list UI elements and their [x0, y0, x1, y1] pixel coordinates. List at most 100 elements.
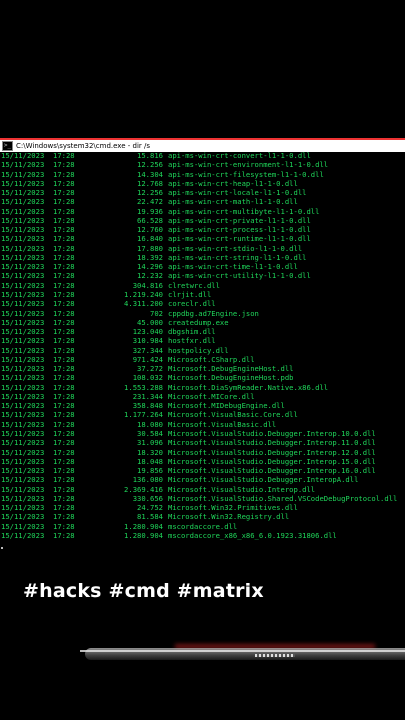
listing-filename: clretwrc.dll [168, 280, 220, 290]
listing-row: 15/11/2023 17:28 108.032 Microsoft.DebugEng… [0, 373, 405, 382]
listing-size: 12.256 [137, 188, 163, 198]
listing-row: 15/11/2023 17:28 12.256 api-ms-win-crt-loca… [0, 188, 405, 197]
listing-filename: Microsoft.VisualStudio.Debugger.InteropA… [168, 475, 359, 485]
listing-size: 4.311.200 [124, 299, 163, 309]
listing-date: 15/11/2023 [1, 197, 45, 207]
listing-size: 14.296 [137, 262, 163, 272]
listing-date: 15/11/2023 [1, 419, 45, 429]
listing-date: 15/11/2023 [1, 317, 45, 327]
listing-time: 17:28 [53, 289, 75, 299]
listing-time: 17:28 [53, 280, 75, 290]
listing-size: 18.048 [137, 456, 163, 466]
window-titlebar[interactable]: >_ C:\Windows\system32\cmd.exe - dir /s [0, 138, 405, 152]
listing-time: 17:28 [53, 215, 75, 225]
listing-filename: Microsoft.CSharp.dll [168, 354, 255, 364]
console-cursor [1, 547, 3, 549]
listing-filename: api-ms-win-crt-heap-l1-1-0.dll [168, 178, 298, 188]
listing-filename: Microsoft.VisualStudio.Shared.VSCodeDebu… [168, 493, 398, 503]
listing-date: 15/11/2023 [1, 364, 45, 374]
listing-size: 19.936 [137, 206, 163, 216]
listing-time: 17:28 [53, 299, 75, 309]
listing-size: 17.880 [137, 243, 163, 253]
listing-row: 15/11/2023 17:28 1.280.904 mscordaccore.dll [0, 522, 405, 531]
listing-filename: api-ms-win-crt-process-l1-1-0.dll [168, 225, 311, 235]
listing-filename: Microsoft.VisualStudio.Debugger.Interop.… [168, 466, 376, 476]
listing-date: 15/11/2023 [1, 160, 45, 170]
console-output[interactable]: 15/11/2023 17:28 15.816 api-ms-win-crt-conv… [0, 151, 405, 546]
listing-date: 15/11/2023 [1, 252, 45, 262]
listing-filename: createdump.exe [168, 317, 229, 327]
listing-time: 17:28 [53, 475, 75, 485]
listing-date: 15/11/2023 [1, 243, 45, 253]
listing-filename: api-ms-win-crt-convert-l1-1-0.dll [168, 151, 311, 160]
listing-date: 15/11/2023 [1, 475, 45, 485]
listing-row: 15/11/2023 17:28 1.553.288 Microsoft.DiaSym… [0, 383, 405, 392]
listing-size: 971.424 [132, 354, 163, 364]
listing-row: 15/11/2023 17:28 1.219.240 clrjit.dll [0, 290, 405, 299]
listing-date: 15/11/2023 [1, 493, 45, 503]
listing-row: 15/11/2023 17:28 123.040 dbgshim.dll [0, 327, 405, 336]
listing-filename: Microsoft.VisualStudio.Debugger.Interop.… [168, 447, 376, 457]
listing-row: 15/11/2023 17:28 327.344 hostpolicy.dll [0, 346, 405, 355]
listing-date: 15/11/2023 [1, 262, 45, 272]
listing-size: 1.280.904 [124, 521, 163, 531]
listing-filename: Microsoft.VisualStudio.Debugger.Interop.… [168, 438, 376, 448]
listing-size: 108.032 [132, 373, 163, 383]
listing-time: 17:28 [53, 354, 75, 364]
listing-size: 304.816 [132, 280, 163, 290]
listing-time: 17:28 [53, 512, 75, 522]
listing-row: 15/11/2023 17:28 12.256 api-ms-win-crt-envi… [0, 160, 405, 169]
listing-filename: Microsoft.Win32.Primitives.dll [168, 503, 298, 513]
listing-row: 15/11/2023 17:28 14.296 api-ms-win-crt-time… [0, 262, 405, 271]
listing-filename: Microsoft.DebugEngineHost.pdb [168, 373, 294, 383]
listing-date: 15/11/2023 [1, 354, 45, 364]
listing-time: 17:28 [53, 327, 75, 337]
listing-size: 310.984 [132, 336, 163, 346]
listing-filename: api-ms-win-crt-locale-l1-1-0.dll [168, 188, 307, 198]
window-title: C:\Windows\system32\cmd.exe - dir /s [16, 142, 151, 150]
listing-filename: dbgshim.dll [168, 327, 216, 337]
listing-time: 17:28 [53, 410, 75, 420]
listing-row: 15/11/2023 17:28 231.344 Microsoft.MICore.d… [0, 392, 405, 401]
listing-size: 37.272 [137, 364, 163, 374]
listing-date: 15/11/2023 [1, 151, 45, 160]
listing-size: 1.219.240 [124, 289, 163, 299]
listing-row: 15/11/2023 17:28 19.936 api-ms-win-crt-mult… [0, 207, 405, 216]
listing-date: 15/11/2023 [1, 289, 45, 299]
listing-time: 17:28 [53, 160, 75, 170]
listing-date: 15/11/2023 [1, 373, 45, 383]
listing-row: 15/11/2023 17:28 81.584 Microsoft.Win32.Reg… [0, 512, 405, 521]
listing-time: 17:28 [53, 243, 75, 253]
listing-row: 15/11/2023 17:28 1.280.904 mscordaccore_x86… [0, 531, 405, 540]
listing-date: 15/11/2023 [1, 382, 45, 392]
listing-time: 17:28 [53, 336, 75, 346]
listing-row: 15/11/2023 17:28 45.000 createdump.exe [0, 318, 405, 327]
listing-size: 81.584 [137, 512, 163, 522]
listing-filename: Microsoft.VisualBasic.dll [168, 419, 277, 429]
listing-time: 17:28 [53, 188, 75, 198]
listing-time: 17:28 [53, 391, 75, 401]
listing-date: 15/11/2023 [1, 512, 45, 522]
listing-date: 15/11/2023 [1, 225, 45, 235]
listing-size: 31.096 [137, 438, 163, 448]
listing-row: 15/11/2023 17:28 17.880 api-ms-win-crt-stdi… [0, 244, 405, 253]
listing-time: 17:28 [53, 530, 75, 540]
listing-date: 15/11/2023 [1, 456, 45, 466]
listing-filename: api-ms-win-crt-filesystem-l1-1-0.dll [168, 169, 324, 179]
listing-filename: mscordaccore_x86_x86_6.0.1923.31806.dll [168, 530, 337, 540]
listing-date: 15/11/2023 [1, 447, 45, 457]
listing-date: 15/11/2023 [1, 178, 45, 188]
listing-time: 17:28 [53, 345, 75, 355]
listing-time: 17:28 [53, 252, 75, 262]
listing-time: 17:28 [53, 419, 75, 429]
listing-filename: Microsoft.VisualStudio.Interop.dll [168, 484, 316, 494]
listing-size: 12.760 [137, 225, 163, 235]
listing-date: 15/11/2023 [1, 410, 45, 420]
listing-time: 17:28 [53, 382, 75, 392]
listing-row: 15/11/2023 17:28 18.048 Microsoft.VisualStu… [0, 457, 405, 466]
listing-date: 15/11/2023 [1, 530, 45, 540]
listing-date: 15/11/2023 [1, 308, 45, 318]
listing-size: 327.344 [132, 345, 163, 355]
listing-time: 17:28 [53, 225, 75, 235]
listing-filename: cppdbg.ad7Engine.json [168, 308, 259, 318]
